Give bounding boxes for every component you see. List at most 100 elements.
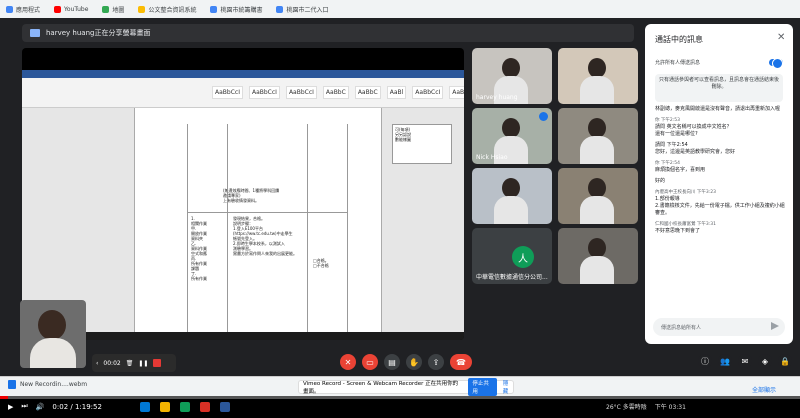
people-icon: 👥 <box>720 356 730 366</box>
close-icon[interactable]: ✕ <box>777 32 785 43</box>
chat-message: 好的 <box>655 178 789 185</box>
participant-name: 中華電信數據通信分公司... <box>476 274 548 281</box>
chat-messages: 林副總，麥克風開啟還是沒有聲音，請退出再重新加入喔你 下午2:53 請問 英文名稱… <box>655 106 789 334</box>
message-sender: 內壢高中王校長向川 下午3:23 <box>655 190 717 195</box>
person-body <box>580 256 614 284</box>
bookmark-item[interactable]: 桃園市二代入口 <box>276 5 328 14</box>
chat-icon: ✉ <box>741 356 749 366</box>
participant-tile[interactable]: Nick Hsiao <box>472 108 552 164</box>
shared-taskbar <box>22 332 464 340</box>
message-sender: 你 下午2:53 <box>655 118 681 123</box>
doc-left-column: 1. 相關作業 甲. 開放作業 資料夾 乙. 資料作業 空式和應 丙. 所有作業… <box>191 216 207 281</box>
pause-icon[interactable]: ❚❚ <box>138 360 148 367</box>
mic-off-button[interactable]: ✕ <box>340 354 356 370</box>
camera-off-icon: ▭ <box>366 357 374 367</box>
document-page: (無遺效應時間、1種將學科回饋 邀請專家) 上有驗收情發資料。 發現結果，合格。… <box>134 108 382 340</box>
participant-tile[interactable] <box>558 168 638 224</box>
captions-button[interactable]: ▤ <box>384 354 400 370</box>
word-icon[interactable] <box>220 402 230 412</box>
trash-icon[interactable]: 🗑 <box>126 360 134 367</box>
stop-sharing-button[interactable]: 停止共用 <box>468 378 497 396</box>
people-button[interactable]: 👥 <box>718 354 732 368</box>
message-sender: 你 下午2:54 <box>655 161 681 166</box>
allow-messages-toggle[interactable] <box>769 57 783 69</box>
chat-message: 你 下午2:54 麻煩換個名字，喜到用 <box>655 160 789 174</box>
bookmarks-bar: 應用程式 YouTube 地圖 公文整合資訊系統 桃園市統籌購書 桃園市二代入口 <box>0 0 800 18</box>
message-text: 不好意思晚下到會了 <box>655 228 701 234</box>
message-text: 麻煩換個名字，喜到用 <box>655 167 706 173</box>
file-icon <box>8 380 16 389</box>
shared-screen[interactable]: AaBbCcI AaBbCcI AaBbCcI AaBbC AaBbC AaBl AaBbC… <box>22 48 464 340</box>
ribbon-style: AaBbCcI <box>285 86 317 99</box>
present-button[interactable]: ⇪ <box>428 354 444 370</box>
chrome-icon[interactable] <box>180 402 190 412</box>
hand-icon: ✋ <box>409 357 419 367</box>
speaking-icon <box>539 112 548 121</box>
leave-call-button[interactable]: ☎ <box>450 354 472 370</box>
send-icon[interactable] <box>771 322 779 330</box>
participant-tile[interactable] <box>472 168 552 224</box>
bookmark-label: 應用程式 <box>16 6 41 14</box>
windows-icon[interactable] <box>140 402 150 412</box>
ribbon-style: AaBbC <box>354 86 381 99</box>
participant-tile[interactable] <box>558 228 638 284</box>
person-body <box>30 338 76 368</box>
participant-tile[interactable] <box>558 48 638 104</box>
participant-tile[interactable] <box>558 108 638 164</box>
table-line <box>187 124 188 336</box>
activities-button[interactable]: ◈ <box>758 354 772 368</box>
bookmark-icon <box>138 5 146 13</box>
progress-fill <box>0 396 8 399</box>
info-icon: ⓘ <box>701 356 709 366</box>
download-filename: New Recordin....webm <box>20 381 88 388</box>
raise-hand-button[interactable]: ✋ <box>406 354 422 370</box>
doc-right-column: □合格。 □不合格 <box>313 258 329 268</box>
ribbon-style: AaBbCcI <box>212 86 243 99</box>
participant-tile[interactable]: harvey huang <box>472 48 552 104</box>
app-icon[interactable] <box>200 402 210 412</box>
participant-tile[interactable]: 人中華電信數據通信分公司... <box>472 228 552 284</box>
progress-track[interactable] <box>0 396 800 399</box>
stop-icon[interactable] <box>153 359 162 367</box>
bookmark-item[interactable]: 公文整合資訊系統 <box>138 5 196 14</box>
time-display: 0:02 / 1:19:52 <box>52 402 102 411</box>
chevron-left-icon[interactable]: ‹ <box>96 360 98 367</box>
participant-name: harvey huang <box>476 94 518 101</box>
sharing-banner: Vimeo Record - Screen & Webcam Recorder … <box>298 378 514 396</box>
folder-icon[interactable] <box>160 402 170 412</box>
presenting-banner: harvey huang正在分享螢幕畫面 <box>22 24 634 42</box>
chat-title: 通話中的訊息 <box>655 35 703 44</box>
table-line <box>307 124 308 336</box>
ribbon-style: AaBbCcI <box>412 86 444 99</box>
camera-off-button[interactable]: ▭ <box>362 354 378 370</box>
bookmark-icon <box>210 5 218 13</box>
chat-input[interactable]: 傳送訊息給所有人 <box>653 318 785 336</box>
play-icon[interactable]: ▶ <box>8 403 13 411</box>
volume-icon[interactable]: 🔊 <box>36 403 45 411</box>
hide-button[interactable]: 隱藏 <box>503 379 513 395</box>
show-all-link[interactable]: 全部顯示 <box>752 385 776 394</box>
bookmark-item[interactable]: 應用程式 <box>6 5 40 14</box>
screen-share-icon <box>30 29 40 37</box>
person-head <box>38 310 66 340</box>
bookmark-item[interactable]: YouTube <box>54 5 88 13</box>
info-button[interactable]: ⓘ <box>698 354 712 368</box>
record-time: 00:02 <box>103 359 121 367</box>
chat-panel: 通話中的訊息 ✕ 允許所有人傳送訊息 只有通話參與者可以查看訊息，且訊息會在通話… <box>645 24 793 344</box>
message-sender: 仁和國小校長蕭富鶯 下午3:31 <box>655 222 717 227</box>
next-icon[interactable]: ⏭ <box>21 402 27 411</box>
avatar: 人 <box>512 246 534 268</box>
person-body <box>494 196 528 224</box>
player-controls: ▶ ⏭ 🔊 0:02 / 1:19:52 <box>8 402 102 411</box>
host-controls-button[interactable]: 🔒 <box>778 354 792 368</box>
allow-messages-label: 允許所有人傳送訊息 <box>655 59 701 66</box>
ribbon-style: AaBbC <box>322 86 349 99</box>
bookmark-label: 桃園市統籌購書 <box>220 6 263 14</box>
chat-notice: 只有通話參與者可以查看訊息，且訊息會在通話結束後刪除。 <box>655 74 783 102</box>
person-head <box>588 178 606 198</box>
download-item[interactable]: New Recordin....webm <box>8 380 87 389</box>
bookmark-item[interactable]: 桃園市統籌購書 <box>210 5 262 14</box>
bookmark-item[interactable]: 地圖 <box>102 5 124 14</box>
message-text: 林副總，麥克風開啟還是沒有聲音，請退出再重新加入喔 <box>655 106 781 112</box>
chat-button[interactable]: ✉ <box>738 354 752 368</box>
